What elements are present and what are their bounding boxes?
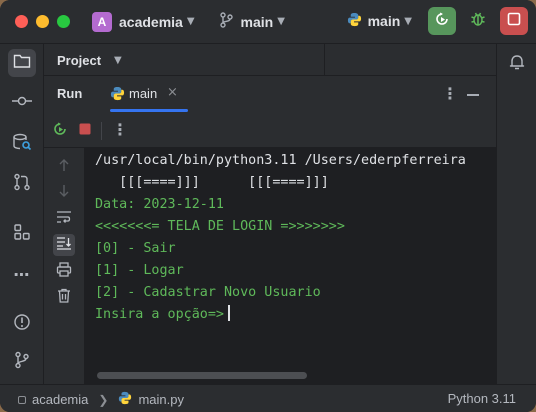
title-bar-actions: main ▼ <box>347 7 528 35</box>
stop-icon <box>507 12 521 30</box>
chevron-down-icon: ▼ <box>114 55 122 66</box>
branch-name: main <box>240 13 274 30</box>
rerun-icon <box>434 11 450 31</box>
database-search-icon <box>12 132 32 156</box>
rerun-icon <box>52 121 68 141</box>
git-branch-icon <box>14 351 30 373</box>
pull-request-icon <box>13 173 31 195</box>
project-selector[interactable]: A academia ▼ <box>70 11 195 32</box>
chevron-down-icon: ▼ <box>404 15 412 27</box>
console-line: /usr/local/bin/python3.11 /Users/ederpfe… <box>95 153 466 168</box>
rerun-button[interactable] <box>428 7 456 35</box>
toolbar-separator <box>101 122 102 140</box>
interpreter-widget[interactable]: Python 3.11 <box>448 391 516 406</box>
console-line: <<<<<<<= TELA DE LOGIN =>>>>>>> <box>95 219 345 234</box>
module-icon <box>18 395 26 404</box>
pull-requests-tool-button[interactable] <box>8 170 36 198</box>
project-panel-header: Project ▼ <box>44 44 496 76</box>
printer-icon <box>56 261 72 281</box>
chevron-right-icon: ❯ <box>98 392 109 407</box>
more-tools-button[interactable]: ⋯ <box>8 260 36 288</box>
minimize-window-button[interactable] <box>36 15 49 28</box>
window-controls <box>15 15 70 28</box>
project-tool-button[interactable] <box>8 49 36 77</box>
console-line: Data: 2023-12-11 <box>95 197 224 212</box>
trash-icon <box>57 288 71 307</box>
minimize-panel-icon[interactable] <box>467 94 479 96</box>
console-line: [1] - Logar <box>95 263 184 278</box>
rerun-console-button[interactable] <box>49 120 71 142</box>
python-icon <box>110 86 125 105</box>
git-tool-button[interactable] <box>8 348 36 376</box>
wrap-lines-icon <box>56 210 72 228</box>
console-line: [2] - Cadastrar Novo Usuario <box>95 285 321 300</box>
text-caret <box>228 305 230 321</box>
more-options-icon[interactable]: ⋮ <box>112 120 128 139</box>
project-name: academia <box>119 13 183 30</box>
breadcrumb-file[interactable]: main.py <box>138 392 184 407</box>
stop-button[interactable] <box>500 7 528 35</box>
python-icon <box>347 12 362 31</box>
project-view-selector[interactable]: Project ▼ <box>44 44 144 76</box>
breadcrumb-project[interactable]: academia <box>32 392 88 407</box>
problems-tool-button[interactable] <box>8 310 36 338</box>
console-line: [[[====]]] [[[====]]] <box>95 175 329 190</box>
print-button[interactable] <box>53 260 75 282</box>
run-config-name: main <box>367 13 401 29</box>
console-text: /usr/local/bin/python3.11 /Users/ederpfe… <box>95 150 466 326</box>
run-config-selector[interactable]: main ▼ <box>347 12 412 31</box>
chevron-down-icon: ▼ <box>186 16 195 27</box>
scroll-to-end-button[interactable] <box>53 234 75 256</box>
project-panel-title: Project <box>57 53 102 68</box>
run-panel-header: Run main × ⋮ <box>44 76 496 114</box>
tab-main-label: main <box>129 86 158 101</box>
console-output[interactable]: /usr/local/bin/python3.11 /Users/ederpfe… <box>84 148 496 384</box>
database-tool-button[interactable] <box>8 130 36 158</box>
structure-tool-button[interactable] <box>8 220 36 248</box>
arrow-up-icon <box>58 158 70 176</box>
console-gutter <box>44 148 84 384</box>
notifications-button[interactable] <box>503 50 531 78</box>
stop-console-button[interactable] <box>74 120 96 142</box>
folder-icon <box>13 53 31 73</box>
project-badge: A <box>92 11 112 32</box>
horizontal-scrollbar[interactable] <box>97 372 307 379</box>
close-tab-icon[interactable]: × <box>167 85 178 100</box>
branch-selector[interactable]: main ▼ <box>195 11 285 32</box>
ide-window: A academia ▼ main ▼ main ▼ ⋯ Project ▼ R… <box>0 0 536 412</box>
zoom-window-button[interactable] <box>57 15 70 28</box>
commit-tool-button[interactable] <box>8 89 36 117</box>
bug-icon <box>470 11 486 31</box>
debug-button[interactable] <box>464 7 492 35</box>
console-line: [0] - Sair <box>95 241 176 256</box>
stop-icon <box>78 122 92 140</box>
run-panel-title: Run <box>57 86 83 101</box>
left-tool-bar: ⋯ <box>0 44 44 384</box>
clear-all-button[interactable] <box>53 286 75 308</box>
soft-wrap-button[interactable] <box>53 208 75 230</box>
structure-icon <box>13 223 31 245</box>
python-icon <box>118 391 132 408</box>
warning-circle-icon <box>13 313 31 335</box>
bell-icon <box>508 53 526 75</box>
close-window-button[interactable] <box>15 15 28 28</box>
arrow-down-icon <box>58 184 70 202</box>
git-branch-icon <box>219 11 233 32</box>
active-tab-indicator <box>110 109 188 112</box>
scroll-down-button[interactable] <box>53 182 75 204</box>
panel-divider <box>324 44 325 76</box>
title-bar: A academia ▼ main ▼ main ▼ <box>0 0 536 44</box>
run-toolbar: ⋮ <box>44 114 496 148</box>
breadcrumb: academia ❯ main.py <box>18 391 184 408</box>
scroll-up-button[interactable] <box>53 156 75 178</box>
commit-icon <box>12 95 32 111</box>
chevron-down-icon: ▼ <box>277 16 285 27</box>
scroll-to-end-icon <box>56 236 72 254</box>
right-tool-bar <box>496 44 536 384</box>
more-horizontal-icon: ⋯ <box>13 264 31 284</box>
status-bar: academia ❯ main.py Python 3.11 <box>0 384 536 412</box>
more-options-icon[interactable]: ⋮ <box>442 84 458 103</box>
console-prompt: Insira a opção=> <box>95 307 224 322</box>
